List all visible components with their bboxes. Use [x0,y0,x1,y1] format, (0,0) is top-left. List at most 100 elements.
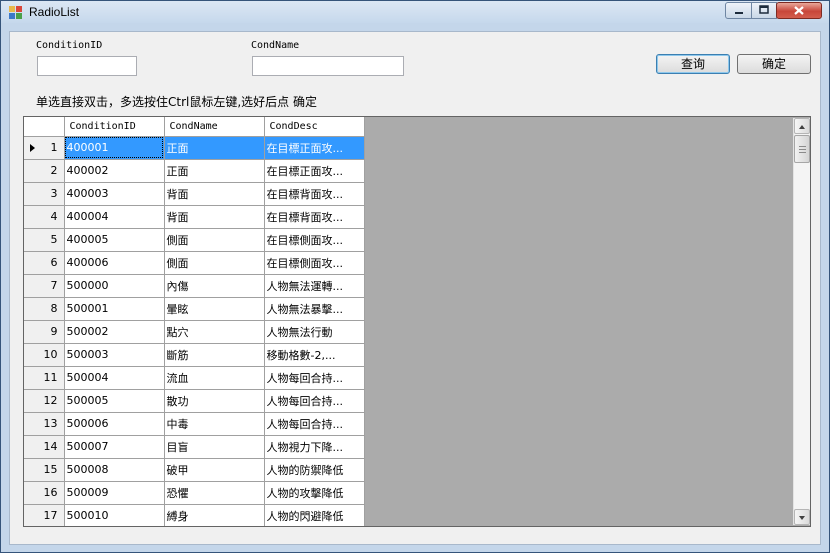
minimize-button[interactable] [725,2,752,19]
cell-cond-desc[interactable]: 人物的攻擊降低 [264,481,365,505]
row-header[interactable]: 15 [24,458,65,482]
cell-cond-desc[interactable]: 人物的防禦降低 [264,458,365,482]
cell-cond-desc[interactable]: 在目標正面攻... [264,159,365,183]
cell-cond-name[interactable]: 正面 [164,159,265,183]
cell-condition-id[interactable]: 500009 [64,481,165,505]
row-header[interactable]: 17 [24,504,65,526]
cell-condition-id[interactable]: 500010 [64,504,165,526]
row-header[interactable]: 12 [24,389,65,413]
table-row[interactable]: 9 500002 點穴 人物無法行動 [24,320,365,344]
cell-cond-desc[interactable]: 人物無法運轉... [264,274,365,298]
cell-condition-id[interactable]: 400003 [64,182,165,206]
cell-cond-name[interactable]: 點穴 [164,320,265,344]
cell-condition-id[interactable]: 400005 [64,228,165,252]
cell-cond-name[interactable]: 背面 [164,182,265,206]
table-row[interactable]: 5 400005 側面 在目標側面攻... [24,228,365,252]
row-header[interactable]: 4 [24,205,65,229]
row-header[interactable]: 16 [24,481,65,505]
cell-cond-name[interactable]: 內傷 [164,274,265,298]
table-row[interactable]: 4 400004 背面 在目標背面攻... [24,205,365,229]
cell-cond-desc[interactable]: 移動格數-2,... [264,343,365,367]
table-row[interactable]: 17 500010 縛身 人物的閃避降低 [24,504,365,526]
cell-cond-name[interactable]: 側面 [164,251,265,275]
cell-cond-desc[interactable]: 人物無法行動 [264,320,365,344]
vertical-scrollbar[interactable] [793,118,810,525]
condition-grid[interactable]: ConditionID CondName CondDesc 1 400001 正面在… [23,116,811,527]
table-row[interactable]: 12 500005 散功 人物每回合持... [24,389,365,413]
confirm-button[interactable]: 确定 [737,54,811,74]
cell-cond-desc[interactable]: 人物每回合持... [264,412,365,436]
column-header-cond-desc[interactable]: CondDesc [264,117,365,137]
cond-name-input[interactable] [252,56,404,76]
cell-cond-desc[interactable]: 人物視力下降... [264,435,365,459]
cell-cond-name[interactable]: 側面 [164,228,265,252]
row-header[interactable]: 7 [24,274,65,298]
condition-id-input[interactable] [37,56,137,76]
cell-condition-id[interactable]: 400006 [64,251,165,275]
cell-condition-id[interactable]: 500004 [64,366,165,390]
table-row[interactable]: 14 500007 目盲 人物視力下降... [24,435,365,459]
query-button[interactable]: 查询 [656,54,730,74]
close-button[interactable] [776,2,822,19]
cell-cond-name[interactable]: 破甲 [164,458,265,482]
cell-cond-name[interactable]: 散功 [164,389,265,413]
scroll-thumb[interactable] [794,135,810,163]
row-header[interactable]: 3 [24,182,65,206]
cell-cond-desc[interactable]: 在目標側面攻... [264,228,365,252]
cell-cond-name[interactable]: 恐懼 [164,481,265,505]
cell-cond-desc[interactable]: 在目標背面攻... [264,205,365,229]
cell-cond-name[interactable]: 目盲 [164,435,265,459]
row-header[interactable]: 10 [24,343,65,367]
scroll-up-button[interactable] [794,118,810,134]
table-row[interactable]: 1 400001 正面 在目標正面攻... [24,136,365,160]
title-bar[interactable]: RadioList [1,1,829,23]
table-row[interactable]: 11 500004 流血 人物每回合持... [24,366,365,390]
cell-condition-id[interactable]: 400004 [64,205,165,229]
cell-condition-id[interactable]: 500006 [64,412,165,436]
cell-cond-name[interactable]: 縛身 [164,504,265,526]
row-header[interactable]: 13 [24,412,65,436]
table-row[interactable]: 2 400002 正面 在目標正面攻... [24,159,365,183]
cell-cond-name[interactable]: 正面 [164,136,265,160]
row-header[interactable]: 6 [24,251,65,275]
table-row[interactable]: 6 400006 側面 在目標側面攻... [24,251,365,275]
cell-cond-desc[interactable]: 人物的閃避降低 [264,504,365,526]
table-row[interactable]: 7 500000 內傷 人物無法運轉... [24,274,365,298]
cell-cond-name[interactable]: 暈眩 [164,297,265,321]
table-row[interactable]: 10 500003 斷筋 移動格數-2,... [24,343,365,367]
cell-cond-desc[interactable]: 在目標側面攻... [264,251,365,275]
grid-corner-cell[interactable] [24,117,65,137]
table-row[interactable]: 15 500008 破甲 人物的防禦降低 [24,458,365,482]
cell-cond-desc[interactable]: 人物每回合持... [264,366,365,390]
cell-cond-desc[interactable]: 人物無法暴擊... [264,297,365,321]
cell-condition-id[interactable]: 500005 [64,389,165,413]
row-header[interactable]: 8 [24,297,65,321]
table-row[interactable]: 13 500006 中毒 人物每回合持... [24,412,365,436]
cell-condition-id[interactable]: 500001 [64,297,165,321]
cell-cond-name[interactable]: 流血 [164,366,265,390]
row-header[interactable]: 14 [24,435,65,459]
cell-condition-id[interactable]: 500008 [64,458,165,482]
maximize-button[interactable] [751,2,777,19]
cell-cond-name[interactable]: 背面 [164,205,265,229]
cell-condition-id[interactable]: 500007 [64,435,165,459]
cell-cond-desc[interactable]: 人物每回合持... [264,389,365,413]
cell-condition-id[interactable]: 400001 [64,136,165,160]
column-header-cond-name[interactable]: CondName [164,117,265,137]
row-header[interactable]: 2 [24,159,65,183]
table-row[interactable]: 16 500009 恐懼 人物的攻擊降低 [24,481,365,505]
cell-cond-desc[interactable]: 在目標正面攻... [264,136,365,160]
cell-cond-desc[interactable]: 在目標背面攻... [264,182,365,206]
cell-condition-id[interactable]: 500003 [64,343,165,367]
cell-condition-id[interactable]: 400002 [64,159,165,183]
cell-cond-name[interactable]: 中毒 [164,412,265,436]
column-header-condition-id[interactable]: ConditionID [64,117,165,137]
table-row[interactable]: 8 500001 暈眩 人物無法暴擊... [24,297,365,321]
row-header[interactable]: 1 [24,136,65,160]
cell-condition-id[interactable]: 500000 [64,274,165,298]
table-row[interactable]: 3 400003 背面 在目標背面攻... [24,182,365,206]
row-header[interactable]: 9 [24,320,65,344]
cell-condition-id[interactable]: 500002 [64,320,165,344]
cell-cond-name[interactable]: 斷筋 [164,343,265,367]
row-header[interactable]: 5 [24,228,65,252]
